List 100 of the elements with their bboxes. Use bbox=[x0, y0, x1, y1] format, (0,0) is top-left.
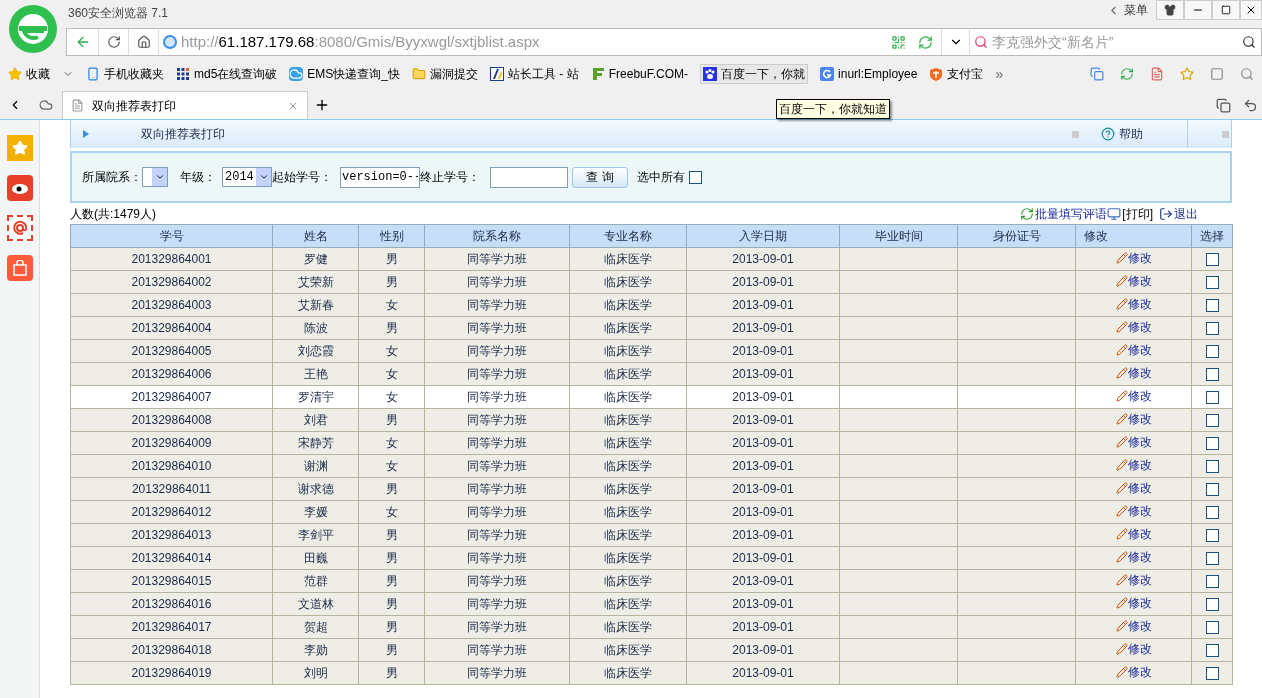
table-cell: 同等学力班 bbox=[424, 339, 570, 363]
row-checkbox[interactable] bbox=[1205, 460, 1219, 474]
row-checkbox[interactable] bbox=[1205, 345, 1219, 359]
table-row[interactable]: 201329864006 王艳 女 同等学力班 临床医学 2013-09-01 修改 bbox=[70, 362, 1233, 386]
table-row[interactable]: 201329864017 贺超 男 同等学力班 临床医学 2013-09-01 修改 bbox=[70, 615, 1233, 639]
dept-select[interactable] bbox=[142, 167, 168, 187]
table-row[interactable]: 201329864002 艾荣新 男 同等学力班 临床医学 2013-09-01 修改 bbox=[70, 270, 1233, 294]
edit-link[interactable]: 修改 bbox=[1127, 295, 1152, 313]
bookmark-item[interactable]: 站长工具 - 站 bbox=[490, 65, 579, 83]
table-cell: 2013-09-01 bbox=[686, 385, 840, 409]
bookmark-item[interactable]: 收藏 bbox=[8, 65, 74, 83]
row-checkbox[interactable] bbox=[1205, 368, 1219, 382]
table-row[interactable]: 201329864007 罗清宇 女 同等学力班 临床医学 2013-09-01 修改 bbox=[70, 385, 1233, 409]
action-link[interactable]: 批量填写评语 bbox=[1020, 205, 1108, 223]
edit-link[interactable]: 修改 bbox=[1127, 502, 1152, 520]
bookmark-item[interactable]: inurl:Employee bbox=[820, 65, 918, 83]
table-row[interactable]: 201329864010 谢渊 女 同等学力班 临床医学 2013-09-01 修改 bbox=[70, 454, 1233, 478]
bookmark-item[interactable]: 手机收藏夹 bbox=[86, 65, 164, 83]
shopping-bag-icon[interactable] bbox=[6, 255, 33, 281]
table-row[interactable]: 201329864005 刘恋霞 女 同等学力班 临床医学 2013-09-01 修改 bbox=[70, 339, 1233, 363]
edit-link[interactable]: 修改 bbox=[1127, 341, 1152, 359]
row-checkbox[interactable] bbox=[1205, 621, 1219, 635]
table-row[interactable]: 201329864013 李剑平 男 同等学力班 临床医学 2013-09-01 修改 bbox=[70, 523, 1233, 547]
table-row[interactable]: 201329864014 田巍 男 同等学力班 临床医学 2013-09-01 修改 bbox=[70, 546, 1233, 570]
edit-link[interactable]: 修改 bbox=[1127, 318, 1152, 336]
action-link[interactable]: [打印] bbox=[1107, 205, 1153, 223]
browser-tab[interactable]: 双向推荐表打印 bbox=[62, 91, 308, 119]
row-checkbox[interactable] bbox=[1205, 276, 1219, 290]
edit-link[interactable]: 修改 bbox=[1127, 617, 1152, 635]
table-row[interactable]: 201329864018 李勋 男 同等学力班 临床医学 2013-09-01 修改 bbox=[70, 638, 1233, 662]
bookmark-item[interactable]: 支付宝 bbox=[929, 65, 984, 83]
edit-link[interactable]: 修改 bbox=[1127, 663, 1152, 681]
end-id-field[interactable] bbox=[490, 166, 568, 188]
eye-icon[interactable] bbox=[6, 175, 33, 201]
maximize-button[interactable] bbox=[1212, 0, 1240, 20]
table-row[interactable]: 201329864003 艾新春 女 同等学力班 临床医学 2013-09-01 修改 bbox=[70, 293, 1233, 317]
select-all-checkbox[interactable] bbox=[689, 170, 702, 184]
row-checkbox[interactable] bbox=[1205, 552, 1219, 566]
star-icon[interactable] bbox=[1180, 67, 1194, 81]
edit-link[interactable]: 修改 bbox=[1127, 640, 1152, 658]
table-cell: 临床医学 bbox=[569, 247, 687, 271]
action-link[interactable]: 退出 bbox=[1159, 205, 1198, 223]
exit-icon bbox=[1159, 207, 1173, 221]
row-checkbox[interactable] bbox=[1205, 414, 1219, 428]
row-checkbox[interactable] bbox=[1205, 529, 1219, 543]
table-cell: 艾荣新 bbox=[272, 270, 359, 294]
edit-link[interactable]: 修改 bbox=[1127, 249, 1152, 267]
bookmark-item[interactable]: EMS快递查询_快 bbox=[289, 65, 401, 83]
edit-link[interactable]: 修改 bbox=[1127, 456, 1152, 474]
row-checkbox[interactable] bbox=[1205, 506, 1219, 520]
row-checkbox[interactable] bbox=[1205, 575, 1219, 589]
row-checkbox[interactable] bbox=[1205, 299, 1219, 313]
more-bookmarks[interactable]: » bbox=[995, 63, 1004, 85]
table-row[interactable]: 201329864008 刘君 男 同等学力班 临床医学 2013-09-01 修改 bbox=[70, 408, 1233, 432]
menu-button[interactable]: 菜单 bbox=[1103, 0, 1152, 20]
row-checkbox[interactable] bbox=[1205, 667, 1219, 681]
table-row[interactable]: 201329864016 文道林 男 同等学力班 临床医学 2013-09-01 修改 bbox=[70, 592, 1233, 616]
bookmark-item[interactable]: 漏洞提交 bbox=[412, 65, 479, 83]
undo-icon[interactable] bbox=[1243, 98, 1258, 113]
edit-link[interactable]: 修改 bbox=[1127, 479, 1152, 497]
edit-link[interactable]: 修改 bbox=[1127, 433, 1152, 451]
close-button[interactable] bbox=[1240, 0, 1262, 20]
edit-link[interactable]: 修改 bbox=[1127, 548, 1152, 566]
table-row[interactable]: 201329864015 范群 男 同等学力班 临床医学 2013-09-01 修改 bbox=[70, 569, 1233, 593]
table-row[interactable]: 201329864009 宋静芳 女 同等学力班 临床医学 2013-09-01 修改 bbox=[70, 431, 1233, 455]
row-checkbox[interactable] bbox=[1205, 483, 1219, 497]
grade-select[interactable]: 2014 bbox=[222, 167, 272, 187]
row-checkbox[interactable] bbox=[1205, 322, 1219, 336]
restore-tabs-icon[interactable] bbox=[1216, 98, 1231, 113]
edit-link[interactable]: 修改 bbox=[1127, 272, 1152, 290]
edit-link[interactable]: 修改 bbox=[1127, 525, 1152, 543]
table-cell: 2013-09-01 bbox=[686, 615, 840, 639]
table-row[interactable]: 201329864011 谢求德 男 同等学力班 临床医学 2013-09-01 修改 bbox=[70, 477, 1233, 501]
edit-link[interactable]: 修改 bbox=[1127, 594, 1152, 612]
table-cell: 2013-09-01 bbox=[686, 500, 840, 524]
minimize-button[interactable] bbox=[1184, 0, 1212, 20]
bookmark-item[interactable]: md5在线查询破 bbox=[176, 65, 278, 83]
document-icon[interactable] bbox=[1150, 67, 1164, 81]
skin-button[interactable] bbox=[1156, 0, 1184, 20]
row-checkbox[interactable] bbox=[1205, 391, 1219, 405]
table-cell: 2013-09-01 bbox=[686, 454, 840, 478]
help-link[interactable]: 帮助 bbox=[1101, 125, 1143, 143]
query-button[interactable]: 查 询 bbox=[572, 166, 628, 188]
search-icon[interactable] bbox=[1240, 67, 1254, 81]
mail-icon[interactable] bbox=[6, 215, 33, 241]
table-cell: 同等学力班 bbox=[424, 523, 570, 547]
row-checkbox[interactable] bbox=[1205, 437, 1219, 451]
edit-link[interactable]: 修改 bbox=[1127, 364, 1152, 382]
row-checkbox[interactable] bbox=[1205, 598, 1219, 612]
edit-link[interactable]: 修改 bbox=[1127, 571, 1152, 589]
table-row[interactable]: 201329864004 陈波 男 同等学力班 临床医学 2013-09-01 修改 bbox=[70, 316, 1233, 340]
table-row[interactable]: 201329864012 李媛 女 同等学力班 临床医学 2013-09-01 修改 bbox=[70, 500, 1233, 524]
bookmark-item[interactable]: 百度一下，你就 bbox=[700, 64, 809, 84]
row-checkbox[interactable] bbox=[1205, 644, 1219, 658]
table-row[interactable]: 201329864001 罗健 男 同等学力班 临床医学 2013-09-01 修改 bbox=[70, 247, 1233, 271]
edit-link[interactable]: 修改 bbox=[1127, 387, 1152, 405]
table-row[interactable]: 201329864019 刘明 男 同等学力班 临床医学 2013-09-01 修改 bbox=[70, 661, 1233, 685]
edit-link[interactable]: 修改 bbox=[1127, 410, 1152, 428]
bookmark-item[interactable]: FreebuF.COM- bbox=[590, 65, 689, 83]
row-checkbox[interactable] bbox=[1205, 253, 1219, 267]
